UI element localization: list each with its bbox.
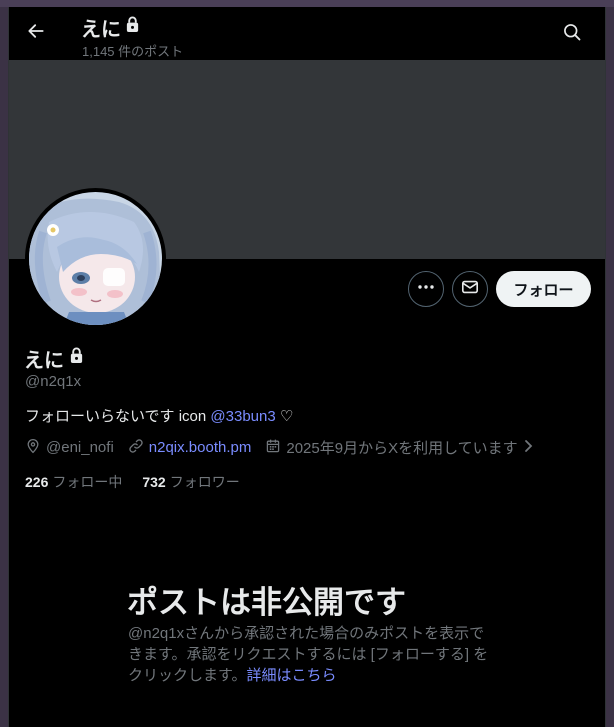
learn-more-link[interactable]: 詳細はこちら xyxy=(247,667,337,684)
chevron-right-icon xyxy=(523,439,535,457)
website-item: n2qix.booth.pm xyxy=(128,438,252,458)
followers-count: 732 xyxy=(142,474,166,490)
avatar-image xyxy=(29,192,162,325)
following-link[interactable]: 226 フォロー中 xyxy=(25,472,122,492)
arrow-left-icon xyxy=(26,21,46,46)
search-button[interactable] xyxy=(559,21,585,47)
profile-handle: @n2q1x xyxy=(25,373,82,390)
top-header: えに 1,145 件のポスト xyxy=(9,7,605,60)
lock-icon xyxy=(69,347,84,370)
more-options-button[interactable] xyxy=(408,271,444,307)
back-button[interactable] xyxy=(23,20,49,46)
following-label: フォロー中 xyxy=(52,474,123,490)
header-title: えに xyxy=(81,13,140,42)
mail-icon xyxy=(461,278,479,301)
follow-button[interactable]: フォロー xyxy=(496,271,591,307)
private-message: @n2q1xさんから承認された場合のみポストを表示できます。承認をリクエストする… xyxy=(128,623,493,686)
ellipsis-icon xyxy=(417,278,435,301)
message-button[interactable] xyxy=(452,271,488,307)
search-icon xyxy=(562,22,582,47)
profile-stats: 226 フォロー中 732 フォロワー xyxy=(25,472,240,492)
post-count: 1,145 件のポスト xyxy=(82,44,184,59)
profile-bio: フォローいらないです icon @33bun3 ♡ xyxy=(25,405,293,426)
bio-heart: ♡ xyxy=(279,408,294,425)
lock-icon xyxy=(125,16,140,39)
followers-link[interactable]: 732 フォロワー xyxy=(142,472,239,492)
joined-item[interactable]: 2025年9月からXを利用しています xyxy=(265,437,534,458)
followers-label: フォロワー xyxy=(169,474,240,490)
location-text: @eni_nofi xyxy=(46,439,114,456)
bio-mention-link[interactable]: @33bun3 xyxy=(210,408,275,425)
link-icon xyxy=(128,438,144,458)
private-title: ポストは非公開です xyxy=(127,585,406,620)
website-link[interactable]: n2qix.booth.pm xyxy=(149,439,252,456)
header-name: えに xyxy=(81,19,121,41)
location-pin-icon xyxy=(25,438,41,458)
calendar-icon xyxy=(265,438,281,458)
profile-meta: @eni_nofi n2qix.booth.pm 2025年9月からXを利用して… xyxy=(25,437,549,458)
following-count: 226 xyxy=(25,474,49,490)
bio-text: フォローいらないです icon xyxy=(25,408,207,425)
display-name: えに xyxy=(24,350,64,372)
location-item: @eni_nofi xyxy=(25,438,114,458)
window-top-strip xyxy=(0,0,614,7)
joined-text: 2025年9月からXを利用しています xyxy=(286,440,518,457)
profile-name: えに xyxy=(24,344,84,373)
avatar[interactable] xyxy=(25,188,166,329)
profile-page: えに 1,145 件のポスト フォロー えに @n2q1x フォローいらないです… xyxy=(8,7,606,727)
